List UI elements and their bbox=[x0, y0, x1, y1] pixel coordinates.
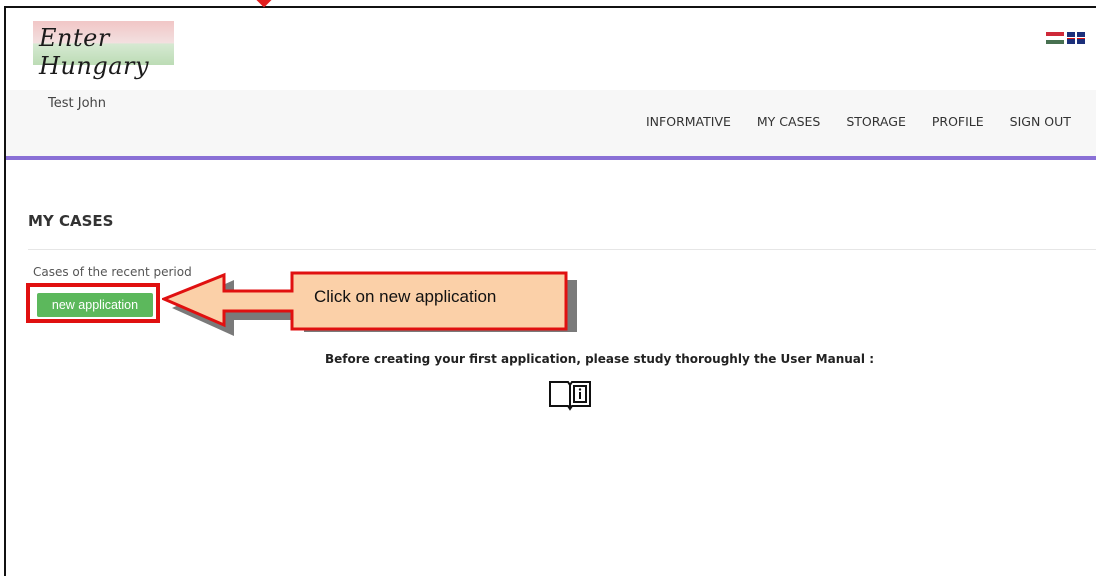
language-switcher[interactable] bbox=[1046, 32, 1085, 44]
nav-sign-out[interactable]: SIGN OUT bbox=[1010, 114, 1071, 129]
page-title: MY CASES bbox=[28, 212, 114, 230]
highlight-box: new application bbox=[26, 283, 160, 323]
nav-profile[interactable]: PROFILE bbox=[932, 114, 984, 129]
user-manual-text: Before creating your first application, … bbox=[325, 352, 874, 366]
user-manual-icon[interactable] bbox=[546, 378, 594, 412]
navbar: Test John INFORMATIVE MY CASES STORAGE P… bbox=[6, 90, 1096, 160]
nav-informative[interactable]: INFORMATIVE bbox=[646, 114, 731, 129]
divider bbox=[28, 249, 1096, 250]
nav-my-cases[interactable]: MY CASES bbox=[757, 114, 820, 129]
new-application-button[interactable]: new application bbox=[37, 293, 153, 317]
nav-storage[interactable]: STORAGE bbox=[846, 114, 906, 129]
callout-text: Click on new application bbox=[314, 287, 497, 306]
user-name: Test John bbox=[48, 96, 106, 111]
hungarian-flag-icon[interactable] bbox=[1046, 32, 1064, 44]
logo[interactable]: Enter Hungary bbox=[33, 21, 174, 80]
main-nav: INFORMATIVE MY CASES STORAGE PROFILE SIG… bbox=[646, 114, 1096, 129]
english-flag-icon[interactable] bbox=[1067, 32, 1085, 44]
logo-text: Enter Hungary bbox=[39, 24, 150, 80]
header: Enter Hungary bbox=[6, 8, 1096, 90]
